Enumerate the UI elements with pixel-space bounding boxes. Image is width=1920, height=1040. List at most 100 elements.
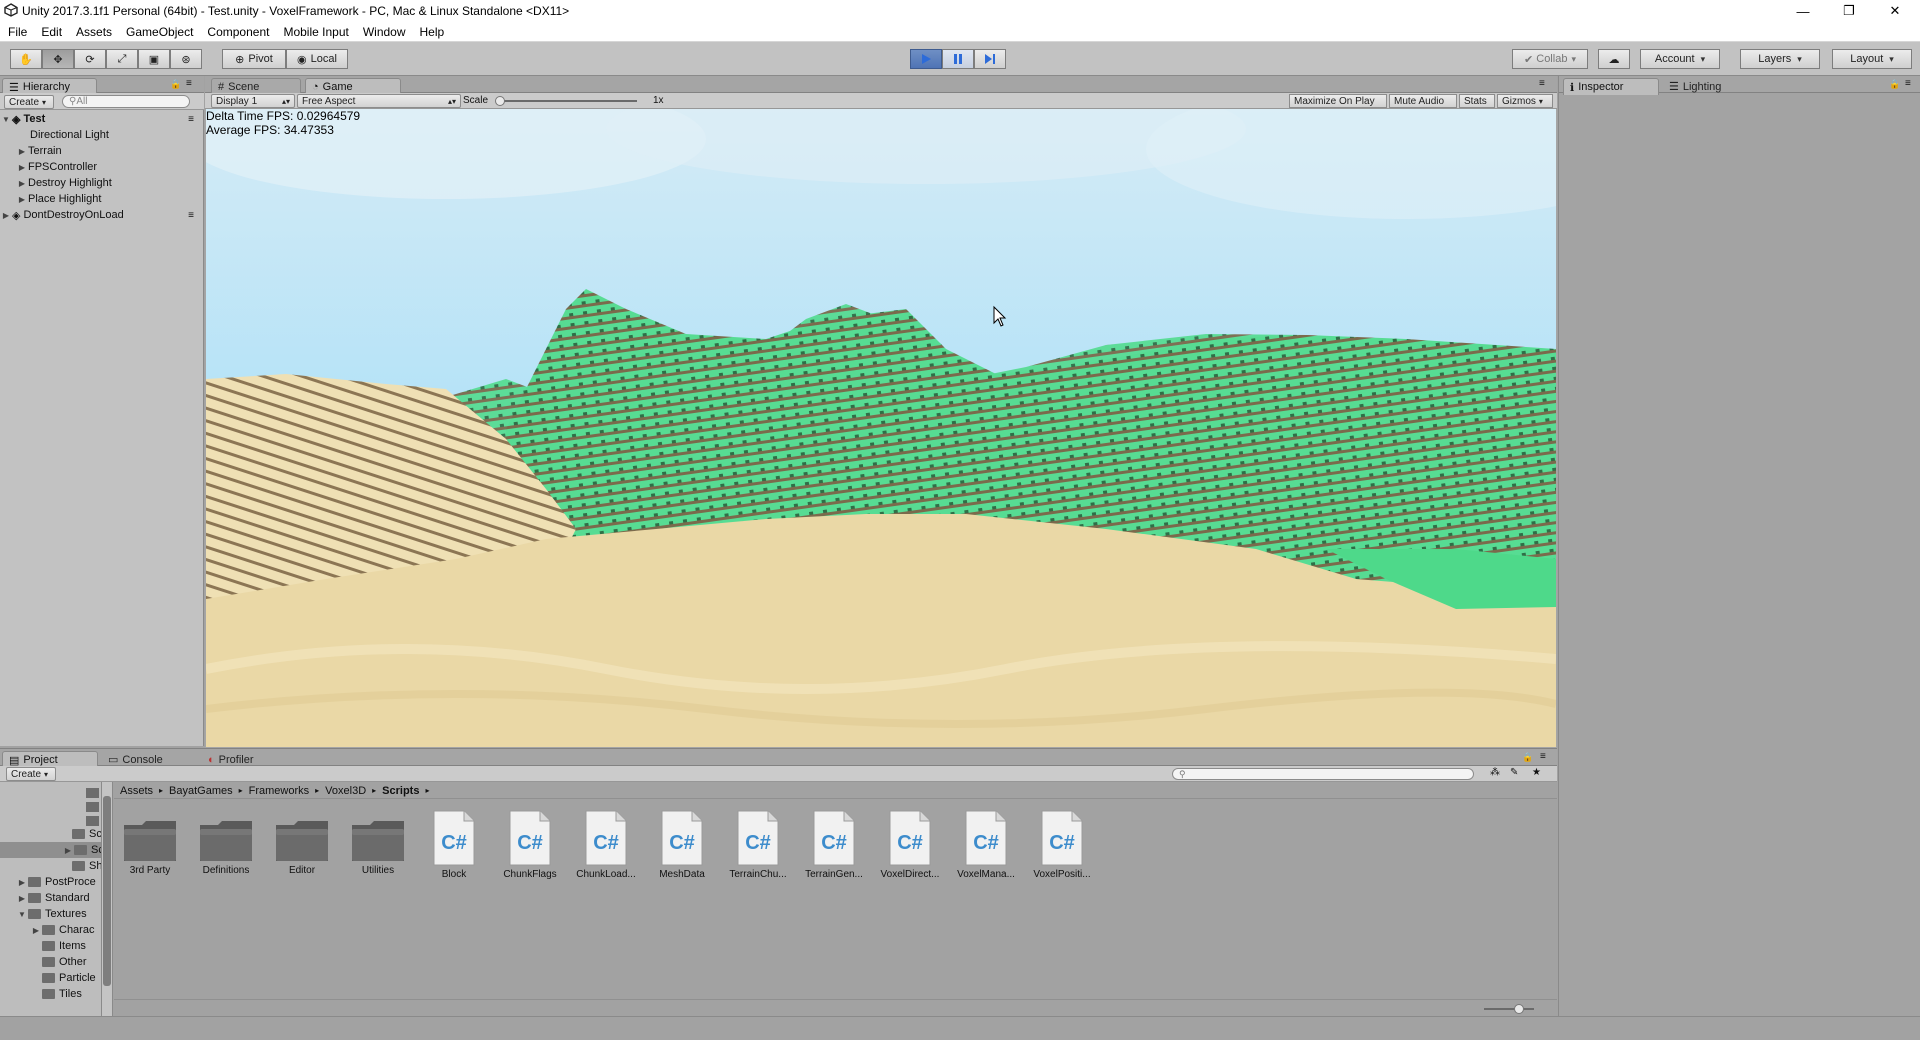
tree-item-selected[interactable]: ▶ Sc bbox=[0, 842, 101, 858]
tree-scrollbar-thumb[interactable] bbox=[103, 796, 111, 986]
lock-icon[interactable]: 🔒 bbox=[170, 79, 181, 90]
pivot-toggle[interactable]: ⊕ Pivot bbox=[222, 49, 286, 69]
scale-slider-track[interactable] bbox=[497, 100, 637, 102]
asset-script[interactable]: C# VoxelPositi... bbox=[1026, 809, 1098, 880]
close-button[interactable]: ✕ bbox=[1872, 0, 1918, 22]
pacman-icon: ◔ bbox=[312, 81, 319, 93]
lock-icon[interactable]: 🔒 bbox=[1889, 79, 1900, 90]
tab-lighting[interactable]: ☰ Lighting bbox=[1663, 78, 1759, 95]
pause-button[interactable] bbox=[942, 49, 974, 69]
hierarchy-item-place-highlight[interactable]: ▶ Place Highlight bbox=[0, 191, 216, 207]
csharp-file-icon: C# bbox=[508, 809, 552, 867]
tree-scrollbar[interactable] bbox=[102, 782, 113, 1017]
breadcrumb-current[interactable]: Scripts bbox=[382, 785, 419, 797]
breadcrumb-item[interactable]: BayatGames bbox=[169, 785, 233, 797]
tree-item[interactable]: ▶ Charac bbox=[0, 922, 101, 938]
menu-gameobject[interactable]: GameObject bbox=[119, 25, 200, 39]
row-menu-icon[interactable]: ≡ bbox=[188, 210, 194, 221]
zoom-slider-track[interactable] bbox=[1484, 1008, 1534, 1010]
mute-audio-toggle[interactable]: Mute Audio bbox=[1389, 94, 1457, 108]
asset-script[interactable]: C# MeshData bbox=[646, 809, 718, 880]
asset-folder[interactable]: Definitions bbox=[190, 809, 262, 876]
menu-edit[interactable]: Edit bbox=[34, 25, 69, 39]
menu-mobile-input[interactable]: Mobile Input bbox=[276, 25, 355, 39]
step-button[interactable] bbox=[974, 49, 1006, 69]
scene-row-test[interactable]: ▼ ◈ Test ≡ bbox=[0, 111, 200, 127]
hand-tool-button[interactable]: ✋ bbox=[10, 49, 42, 69]
row-menu-icon[interactable]: ≡ bbox=[188, 114, 194, 125]
hierarchy-tab-label: Hierarchy bbox=[22, 81, 70, 93]
asset-script[interactable]: C# VoxelDirect... bbox=[874, 809, 946, 880]
asset-folder[interactable]: 3rd Party bbox=[114, 809, 186, 876]
asset-script[interactable]: C# ChunkFlags bbox=[494, 809, 566, 880]
maximize-on-play-toggle[interactable]: Maximize On Play bbox=[1289, 94, 1387, 108]
tree-item[interactable]: Sh bbox=[0, 858, 101, 874]
gizmos-dropdown[interactable]: Gizmos ▾ bbox=[1497, 94, 1553, 108]
tree-item[interactable]: Items bbox=[0, 938, 101, 954]
rect-icon: ▣ bbox=[148, 53, 160, 66]
restore-button[interactable]: ❐ bbox=[1826, 0, 1872, 22]
unity-logo-icon bbox=[4, 3, 18, 17]
scale-slider-thumb[interactable] bbox=[495, 96, 505, 106]
tree-item[interactable]: Other bbox=[0, 954, 101, 970]
panel-menu-icon[interactable]: ≡ bbox=[1540, 751, 1546, 762]
game-viewport[interactable]: Delta Time FPS: 0.02964579 Average FPS: … bbox=[206, 109, 1556, 747]
hierarchy-item-directional-light[interactable]: Directional Light bbox=[0, 127, 230, 143]
asset-script[interactable]: C# TerrainGen... bbox=[798, 809, 870, 880]
hierarchy-item-destroy-highlight[interactable]: ▶ Destroy Highlight bbox=[0, 175, 216, 191]
tab-inspector[interactable]: ℹ Inspector bbox=[1563, 78, 1659, 95]
favorite-icon[interactable]: ★ bbox=[1532, 767, 1541, 778]
tree-item[interactable]: Sc bbox=[0, 826, 101, 842]
tree-item-label: PostProce bbox=[45, 876, 96, 888]
local-toggle[interactable]: ◉ Local bbox=[286, 49, 348, 69]
hierarchy-create-button[interactable]: Create ▾ bbox=[4, 95, 54, 109]
rect-tool-button[interactable]: ▣ bbox=[138, 49, 170, 69]
hierarchy-item-terrain[interactable]: ▶ Terrain bbox=[0, 143, 216, 159]
hierarchy-item-fpscontroller[interactable]: ▶ FPSController bbox=[0, 159, 216, 175]
asset-script[interactable]: C# TerrainChu... bbox=[722, 809, 794, 880]
breadcrumb-item[interactable]: Voxel3D bbox=[325, 785, 366, 797]
filter-label-icon[interactable]: ✎ bbox=[1510, 767, 1518, 778]
rotate-tool-button[interactable]: ⟳ bbox=[74, 49, 106, 69]
minimize-button[interactable]: — bbox=[1780, 0, 1826, 22]
panel-menu-icon[interactable]: ≡ bbox=[186, 78, 192, 89]
zoom-slider-thumb[interactable] bbox=[1514, 1004, 1524, 1014]
project-search-input[interactable]: ⚲ bbox=[1172, 768, 1474, 780]
breadcrumb-item[interactable]: Assets bbox=[120, 785, 153, 797]
tree-item[interactable]: Particle bbox=[0, 970, 101, 986]
cloud-button[interactable]: ☁ bbox=[1598, 49, 1630, 69]
play-button[interactable] bbox=[910, 49, 942, 69]
stats-toggle[interactable]: Stats bbox=[1459, 94, 1495, 108]
hierarchy-search-input[interactable]: ⚲All bbox=[62, 95, 190, 108]
breadcrumb-item[interactable]: Frameworks bbox=[249, 785, 310, 797]
tree-item[interactable]: ▶ Standard bbox=[0, 890, 101, 906]
scale-tool-button[interactable]: ⤢ bbox=[106, 49, 138, 69]
panel-menu-icon[interactable]: ≡ bbox=[1905, 78, 1911, 89]
tree-item[interactable]: ▼ Textures bbox=[0, 906, 101, 922]
move-tool-button[interactable]: ✥ bbox=[42, 49, 74, 69]
asset-script[interactable]: C# VoxelMana... bbox=[950, 809, 1022, 880]
asset-script[interactable]: C# ChunkLoad... bbox=[570, 809, 642, 880]
display-dropdown[interactable]: Display 1 ▴▾ bbox=[211, 94, 295, 108]
menu-assets[interactable]: Assets bbox=[69, 25, 119, 39]
asset-folder[interactable]: Editor bbox=[266, 809, 338, 876]
filter-type-icon[interactable]: ⁂ bbox=[1490, 767, 1500, 778]
scene-row-dontdestroyonload[interactable]: ▶ ◈ DontDestroyOnLoad ≡ bbox=[0, 207, 200, 223]
panel-menu-icon[interactable]: ≡ bbox=[1539, 78, 1545, 89]
asset-folder[interactable]: Utilities bbox=[342, 809, 414, 876]
layers-dropdown[interactable]: Layers bbox=[1740, 49, 1820, 69]
collab-button[interactable]: ✔ Collab ▾ bbox=[1512, 49, 1588, 69]
menu-file[interactable]: File bbox=[0, 25, 34, 39]
aspect-dropdown[interactable]: Free Aspect ▴▾ bbox=[297, 94, 461, 108]
menu-component[interactable]: Component bbox=[200, 25, 276, 39]
lock-icon[interactable]: 🔒 bbox=[1522, 752, 1533, 763]
account-dropdown[interactable]: Account bbox=[1640, 49, 1720, 69]
asset-script[interactable]: C# Block bbox=[418, 809, 490, 880]
transform-tool-button[interactable]: ⊛ bbox=[170, 49, 202, 69]
layout-dropdown[interactable]: Layout bbox=[1832, 49, 1912, 69]
menu-help[interactable]: Help bbox=[413, 25, 452, 39]
tree-item[interactable]: ▶ PostProce bbox=[0, 874, 101, 890]
menu-window[interactable]: Window bbox=[356, 25, 413, 39]
tree-item[interactable]: Tiles bbox=[0, 986, 101, 1002]
project-create-button[interactable]: Create ▾ bbox=[6, 767, 56, 781]
